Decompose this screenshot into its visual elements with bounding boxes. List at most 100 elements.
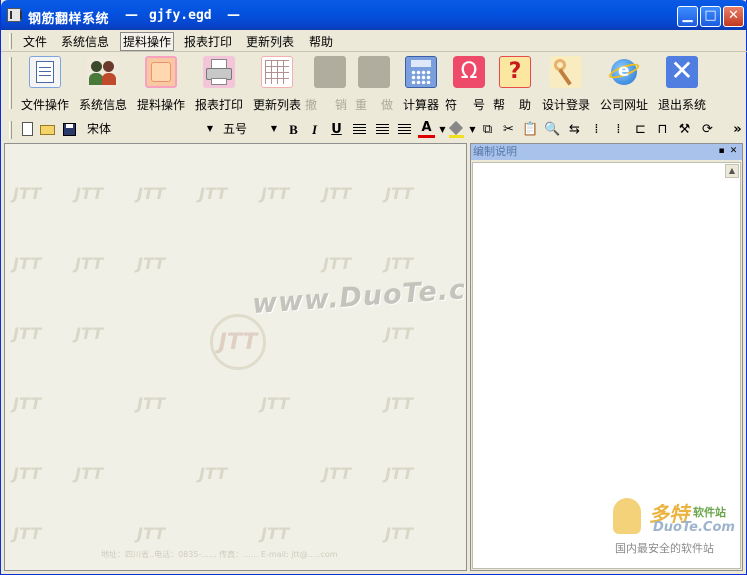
menu-update-list[interactable]: 更新列表 — [246, 33, 294, 50]
maximize-button[interactable]: □ — [700, 6, 721, 27]
tool-icon-2[interactable]: ⁞ — [588, 121, 605, 138]
maximize-icon: □ — [704, 8, 717, 23]
watermark-logo-tile: JTT — [323, 464, 352, 483]
undo-button[interactable]: 撤 销 — [305, 56, 351, 112]
help-button[interactable]: ? 帮 助 — [493, 56, 539, 112]
font-name-select[interactable]: 宋体 ▼ — [83, 120, 215, 139]
paste-icon[interactable]: 📋 — [522, 121, 539, 138]
menu-help[interactable]: 帮助 — [309, 33, 333, 50]
badge-slogan: 国内最安全的软件站 — [615, 542, 714, 555]
window-title: 钢筋翻样系统 — [28, 12, 110, 27]
drawing-canvas[interactable]: JTT JTT JTT JTT JTT JTT JTT JTT JTT JTT … — [4, 143, 467, 571]
undo-label-1: 撤 — [304, 98, 317, 112]
fill-color-icon[interactable] — [448, 120, 465, 138]
mascot-icon — [613, 498, 641, 534]
app-icon[interactable] — [7, 8, 22, 22]
bold-button[interactable]: B — [285, 121, 302, 138]
font-color-button[interactable]: A — [418, 121, 435, 138]
align-right-icon[interactable] — [396, 121, 413, 138]
omega-icon: Ω — [453, 56, 485, 88]
watermark-logo-tile: JTT — [385, 524, 414, 543]
system-info-button[interactable]: 系统信息 — [77, 56, 129, 112]
system-info-label: 系统信息 — [78, 98, 127, 112]
underline-button[interactable]: U — [328, 121, 345, 138]
align-center-icon[interactable] — [374, 121, 391, 138]
close-button[interactable]: ✕ — [723, 6, 744, 27]
watermark-logo-tile: JTT — [261, 394, 290, 413]
watermark-logo-tile: JTT — [199, 464, 228, 483]
new-doc-icon[interactable] — [19, 121, 36, 138]
font-size-select[interactable]: 五号 ▼ — [219, 120, 279, 139]
file-op-icon — [29, 56, 61, 88]
calculator-label: 计算器 — [402, 98, 439, 112]
watermark-logo-tile: JTT — [137, 184, 166, 203]
scroll-up-button[interactable]: ▲ — [725, 164, 739, 178]
design-login-label: 设计登录 — [541, 98, 590, 112]
exit-icon: ✕ — [666, 56, 698, 88]
watermark-footer: 地址：四川省..电话：0835-...... 传真：...... E-mail:… — [101, 550, 338, 559]
watermark-logo-tile: JTT — [13, 324, 42, 343]
redo-label-2: 做 — [380, 98, 393, 112]
minimize-button[interactable]: ▁ — [677, 6, 698, 27]
refresh-icon[interactable]: ⟳ — [699, 121, 716, 138]
material-icon — [145, 56, 177, 88]
open-folder-icon[interactable] — [39, 121, 56, 138]
title-bar[interactable]: 钢筋翻样系统 — gjfy.egd — ▁ □ ✕ — [1, 0, 747, 30]
menu-grip[interactable] — [9, 33, 12, 49]
redo-button[interactable]: 重 做 — [353, 56, 395, 112]
panel-pin-button[interactable]: ▪ — [716, 146, 727, 157]
watermark-logo-tile: JTT — [75, 324, 104, 343]
tools-icon[interactable]: ⚒ — [676, 121, 693, 138]
company-site-label: 公司网址 — [599, 98, 648, 112]
tool-icon-1[interactable]: ⇆ — [566, 121, 583, 138]
watermark-logo-tile: JTT — [323, 254, 352, 273]
tool-icon-3[interactable]: ⁞ — [610, 121, 627, 138]
report-print-button[interactable]: 报表打印 — [193, 56, 245, 112]
main-toolbar: 文件操作 系统信息 提料操作 报表打印 更新列表 撤 销 重 做 计算器 Ω 符… — [1, 53, 714, 115]
menu-report-print[interactable]: 报表打印 — [184, 33, 232, 50]
watermark-logo-tile: JTT — [137, 524, 166, 543]
watermark-logo-tile: JTT — [13, 254, 42, 273]
symbol-label-1: 符 — [444, 98, 457, 112]
cut-icon[interactable]: ✂ — [500, 121, 517, 138]
badge-domain: DuoTe.Com — [653, 520, 735, 535]
menu-bar: 文件 系统信息 提料操作 报表打印 更新列表 帮助 — [1, 30, 747, 52]
menu-system-info[interactable]: 系统信息 — [61, 33, 109, 50]
watermark-logo-tile: JTT — [199, 184, 228, 203]
panel-close-button[interactable]: ✕ — [728, 146, 739, 157]
file-op-button[interactable]: 文件操作 — [19, 56, 71, 112]
chevron-down-icon: ▼ — [206, 124, 213, 133]
company-site-button[interactable]: e 公司网址 — [597, 56, 651, 112]
menu-file[interactable]: 文件 — [23, 33, 47, 50]
watermark-logo-tile: JTT — [137, 394, 166, 413]
help-icon: ? — [499, 56, 531, 88]
find-icon[interactable]: 🔍 — [544, 121, 561, 138]
watermark-logo-tile: JTT — [385, 464, 414, 483]
tool-icon-4[interactable]: ⊏ — [632, 121, 649, 138]
symbol-label-2: 号 — [472, 98, 485, 112]
watermark-center-logo: JTT — [210, 314, 266, 370]
save-icon[interactable] — [61, 121, 78, 138]
title-dash-2: — — [227, 8, 240, 23]
watermark-logo-tile: JTT — [323, 184, 352, 203]
watermark-logo-tile: JTT — [13, 524, 42, 543]
italic-button[interactable]: I — [306, 121, 323, 138]
copy-icon[interactable]: ⧉ — [479, 121, 496, 138]
watermark-logo-tile: JTT — [75, 184, 104, 203]
watermark-logo-tile: JTT — [13, 184, 42, 203]
watermark-logo-tile: JTT — [75, 254, 104, 273]
exit-system-button[interactable]: ✕ 退出系统 — [655, 56, 709, 113]
toolbar-grip[interactable] — [9, 57, 12, 109]
material-op-button[interactable]: 提料操作 — [135, 56, 187, 112]
format-grip[interactable] — [9, 121, 12, 139]
update-list-button[interactable]: 更新列表 — [251, 56, 303, 112]
toolbar-overflow-button[interactable]: » — [729, 121, 746, 138]
menu-material-ops[interactable]: 提料操作 — [120, 32, 175, 51]
font-size-value: 五号 — [223, 122, 248, 136]
align-left-icon[interactable] — [351, 121, 368, 138]
symbol-button[interactable]: Ω 符 号 — [445, 56, 493, 112]
calculator-button[interactable]: 计算器 — [401, 56, 441, 112]
design-login-button[interactable]: 设计登录 — [539, 56, 593, 112]
redo-label-1: 重 — [354, 98, 367, 112]
tool-icon-5[interactable]: ⊓ — [654, 121, 671, 138]
